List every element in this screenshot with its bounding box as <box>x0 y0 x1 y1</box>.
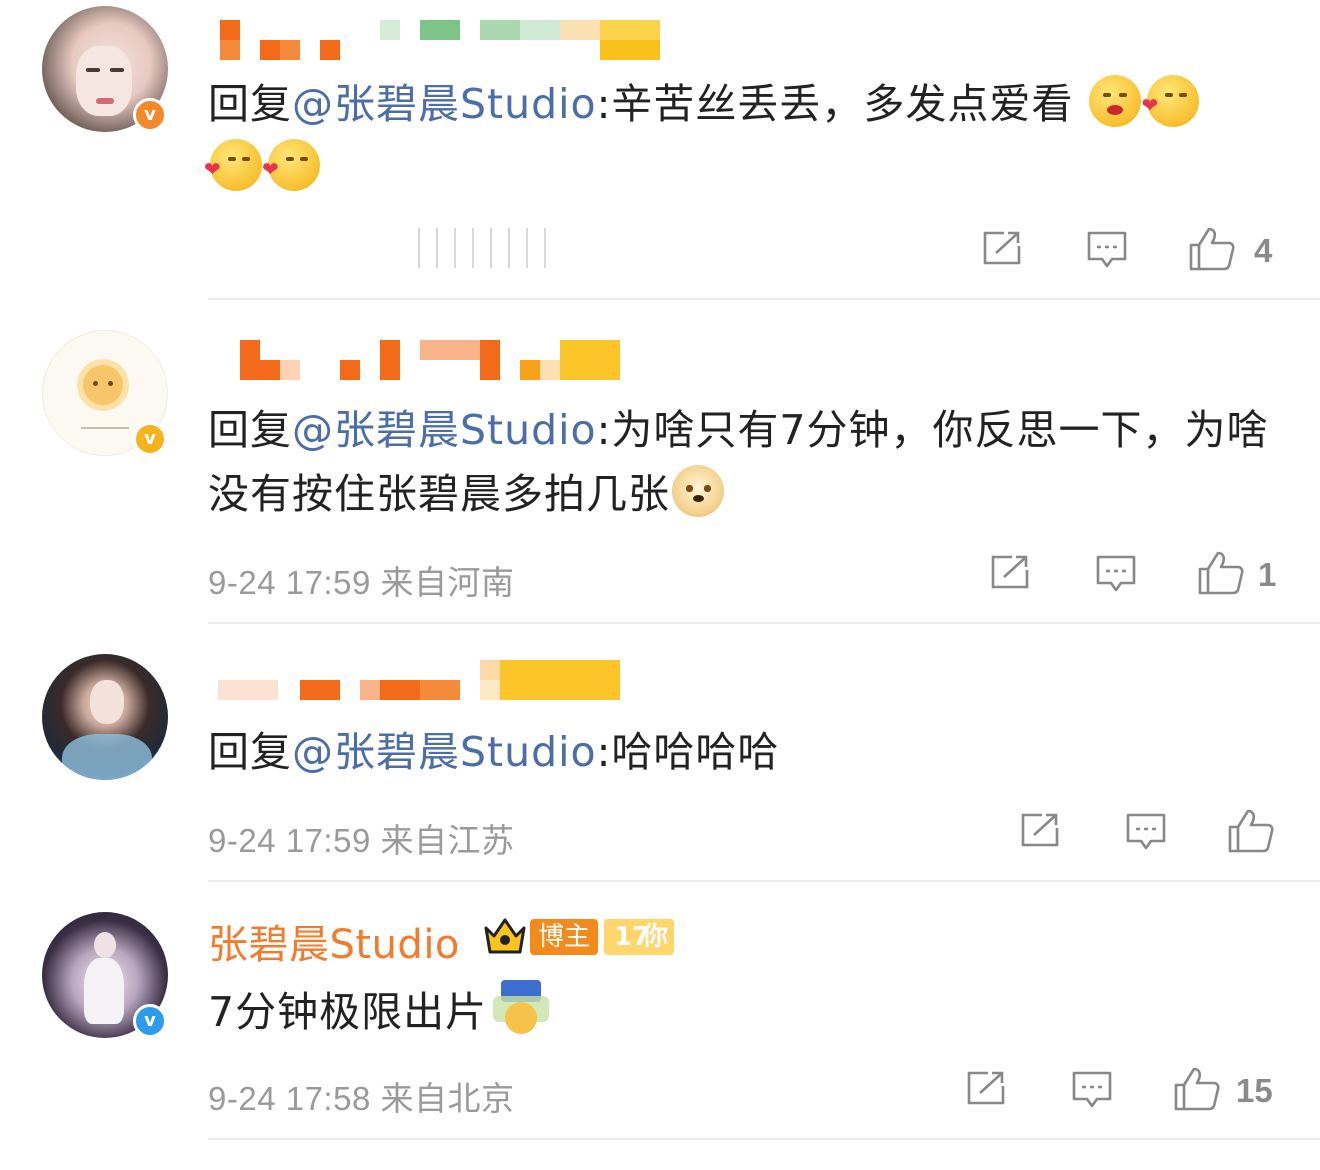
share-icon[interactable] <box>990 554 1030 590</box>
reply-prefix: 回复 <box>208 80 292 128</box>
comment-body: :辛苦丝丢丢，多发点爱看 <box>596 80 1074 128</box>
comment-icon[interactable] <box>1071 1070 1113 1110</box>
avatar[interactable] <box>42 654 168 780</box>
comment-meta: 9-24 17:59 来自江苏 <box>208 822 515 859</box>
like-count: 4 <box>1254 232 1273 269</box>
kiss-emoji-icon: ❤ <box>1141 75 1200 127</box>
reply-prefix: 回复 <box>208 728 292 776</box>
kiss-emoji-icon: ❤ <box>262 139 320 191</box>
comment-icon[interactable] <box>1095 554 1137 594</box>
kiss-emoji-icon: ❤ <box>204 139 262 191</box>
thumbs-up-icon[interactable] <box>1197 550 1245 596</box>
comment-text: 回复@张碧晨Studio:辛苦丝丢丢，多发点爱看 ❤ ❤ ❤ <box>204 72 1298 200</box>
like-count: 1 <box>1258 556 1277 593</box>
comment-text: 回复@张碧晨Studio:哈哈哈哈 <box>208 720 1298 784</box>
comment-body: 7分钟极限出片 <box>208 988 488 1036</box>
thumbs-up-icon[interactable] <box>1188 226 1236 272</box>
blogger-badge: 博主 <box>530 919 599 955</box>
verified-v-icon: v <box>133 98 167 132</box>
comment-text: 7分钟极限出片 <box>208 980 1298 1044</box>
comment-icon[interactable] <box>1125 812 1167 852</box>
verified-v-icon: v <box>133 1004 167 1038</box>
thumbs-up-icon[interactable] <box>1227 808 1275 854</box>
verified-v-icon: v <box>133 422 167 456</box>
share-icon[interactable] <box>982 230 1022 266</box>
doge-emoji-icon <box>672 465 724 517</box>
comment-text: 回复@张碧晨Studio:为啥只有7分钟，你反思一下，为啥没有按住张碧晨多拍几张 <box>208 398 1298 526</box>
divider <box>208 1138 1320 1140</box>
comment-meta: 9-24 17:58 来自北京 <box>208 1080 515 1117</box>
comment-icon[interactable] <box>1086 230 1128 270</box>
thumbs-up-icon[interactable] <box>1173 1066 1221 1112</box>
username-blurred[interactable] <box>218 660 640 702</box>
comment-body: :哈哈哈哈 <box>596 728 780 776</box>
timestamp-blurred <box>208 228 548 268</box>
mention-link[interactable]: @张碧晨Studio <box>292 80 597 128</box>
fan-level-badge: 17 你 <box>604 919 675 955</box>
divider <box>208 880 1320 882</box>
divider <box>208 298 1320 300</box>
crown-icon <box>482 916 528 956</box>
share-icon[interactable] <box>1020 812 1060 848</box>
reply-prefix: 回复 <box>208 406 292 454</box>
comment-meta: 9-24 17:59 来自河南 <box>208 564 515 601</box>
username-blurred[interactable] <box>240 340 620 382</box>
handstand-emoji-icon <box>493 980 550 1036</box>
fan-level-number: 17 <box>614 922 651 952</box>
drooling-emoji-icon <box>1089 75 1142 127</box>
author-name[interactable]: 张碧晨Studio <box>208 912 460 970</box>
like-count: 15 <box>1236 1072 1273 1109</box>
mention-link[interactable]: @张碧晨Studio <box>292 728 597 776</box>
mention-link[interactable]: @张碧晨Studio <box>292 406 597 454</box>
share-icon[interactable] <box>966 1070 1006 1106</box>
username-blurred[interactable] <box>220 20 660 62</box>
divider <box>208 622 1320 624</box>
